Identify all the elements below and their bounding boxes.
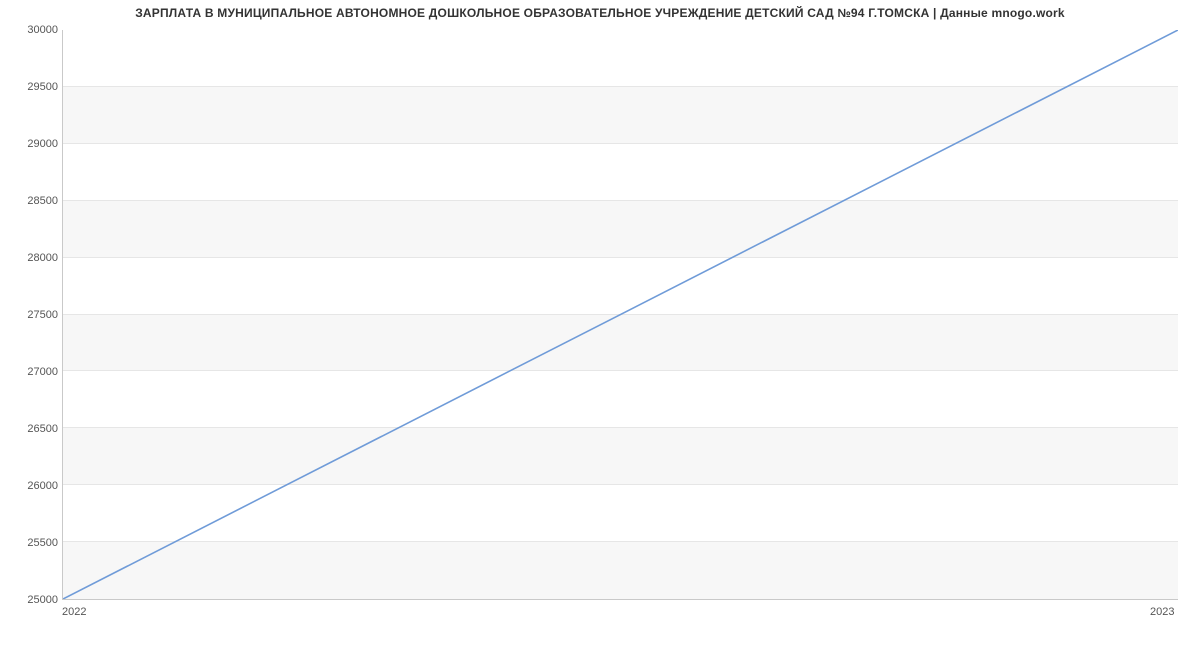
y-tick-label: 29500 — [4, 81, 58, 93]
y-tick-label: 30000 — [4, 24, 58, 36]
y-tick-label: 29000 — [4, 138, 58, 150]
line-series — [63, 30, 1178, 599]
x-tick-label: 2023 — [1150, 606, 1174, 618]
salary-line-chart: ЗАРПЛАТА В МУНИЦИПАЛЬНОЕ АВТОНОМНОЕ ДОШК… — [0, 0, 1200, 650]
y-tick-label: 25000 — [4, 594, 58, 606]
y-tick-label: 26500 — [4, 423, 58, 435]
y-tick-label: 28000 — [4, 252, 58, 264]
plot-area — [62, 30, 1178, 600]
y-tick-label: 26000 — [4, 480, 58, 492]
y-tick-label: 27500 — [4, 309, 58, 321]
y-tick-label: 27000 — [4, 366, 58, 378]
chart-title: ЗАРПЛАТА В МУНИЦИПАЛЬНОЕ АВТОНОМНОЕ ДОШК… — [0, 6, 1200, 20]
x-tick-label: 2022 — [62, 606, 86, 618]
series-line — [63, 30, 1178, 599]
y-tick-label: 25500 — [4, 537, 58, 549]
y-tick-label: 28500 — [4, 195, 58, 207]
